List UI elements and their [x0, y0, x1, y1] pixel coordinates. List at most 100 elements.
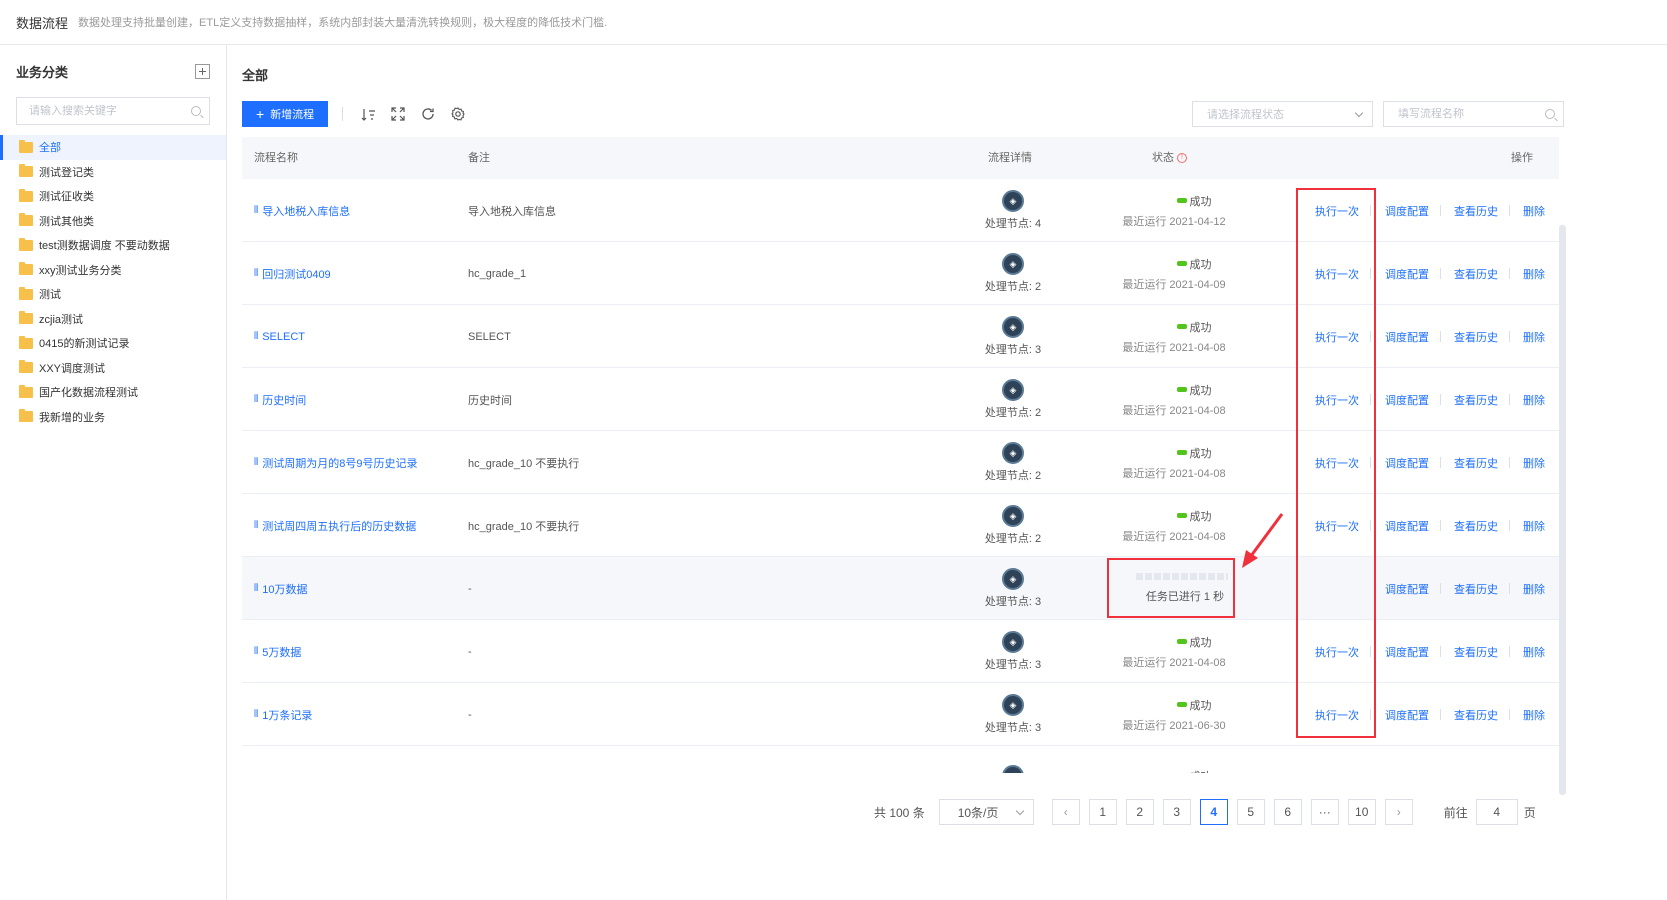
add-flow-button[interactable]: + 新增流程	[242, 101, 329, 127]
run-once-button[interactable]: 执行一次	[1315, 707, 1359, 723]
run-once-button[interactable]: 执行一次	[1315, 266, 1359, 282]
run-once-button[interactable]: 执行一次	[1315, 392, 1359, 408]
search-icon[interactable]	[191, 106, 201, 116]
fullscreen-icon[interactable]	[390, 106, 406, 122]
delete-button[interactable]: 删除	[1523, 266, 1545, 282]
sort-icon[interactable]	[360, 106, 376, 122]
page-button[interactable]: 2	[1125, 799, 1154, 825]
run-once-button[interactable]: 执行一次	[1315, 329, 1359, 345]
schedule-config-button[interactable]: 调度配置	[1385, 707, 1429, 723]
sidebar-item[interactable]: XXY调度测试	[0, 356, 226, 381]
flow-name-link[interactable]: ⫴ 导入地税入库信息	[254, 179, 350, 242]
sidebar-search-input[interactable]	[29, 105, 191, 117]
flow-name-link[interactable]: ⫴ 5万数据	[254, 620, 301, 683]
delete-button[interactable]: 删除	[1523, 392, 1545, 408]
view-history-button[interactable]: 查看历史	[1454, 329, 1498, 345]
view-history-button[interactable]: 查看历史	[1454, 707, 1498, 723]
view-history-button[interactable]: 查看历史	[1454, 518, 1498, 534]
add-category-icon[interactable]	[195, 63, 210, 79]
flow-detail[interactable]: ◈	[970, 746, 1056, 773]
sidebar-item[interactable]: 国产化数据流程测试	[0, 380, 226, 405]
sidebar-item[interactable]: 我新增的业务	[0, 405, 226, 430]
node-count: 处理节点: 4	[984, 218, 1042, 230]
schedule-config-button[interactable]: 调度配置	[1385, 455, 1429, 471]
run-once-button[interactable]: 执行一次	[1315, 203, 1359, 219]
view-history-button[interactable]: 查看历史	[1454, 266, 1498, 282]
sidebar-item[interactable]: 测试登记类	[0, 160, 226, 185]
flow-detail[interactable]: ◈ 处理节点: 4	[970, 179, 1056, 242]
view-history-button[interactable]: 查看历史	[1454, 581, 1498, 597]
op-divider	[1440, 394, 1441, 405]
sidebar-item[interactable]: 测试	[0, 282, 226, 307]
page-button[interactable]: 6	[1273, 799, 1302, 825]
goto-page-input[interactable]	[1475, 799, 1518, 825]
schedule-config-button[interactable]: 调度配置	[1385, 266, 1429, 282]
flow-detail[interactable]: ◈ 处理节点: 3	[970, 557, 1056, 620]
view-history-button[interactable]: 查看历史	[1454, 644, 1498, 660]
flow-name-link[interactable]: ⫴ 1万条记录	[254, 683, 312, 746]
page-size-select[interactable]: 10条/页	[938, 799, 1034, 825]
sidebar-item[interactable]: 0415的新测试记录	[0, 331, 226, 356]
settings-icon[interactable]	[450, 106, 466, 122]
sidebar-item[interactable]: test测数据调度 不要动数据	[0, 233, 226, 258]
schedule-config-button[interactable]: 调度配置	[1385, 644, 1429, 660]
run-once-button[interactable]: 执行一次	[1315, 455, 1359, 471]
flow-name-link[interactable]: ⫴ 历史时间	[254, 368, 306, 431]
flow-name-link[interactable]: ⫴ SELECT	[254, 305, 305, 368]
page-button[interactable]: ···	[1310, 799, 1339, 825]
flow-name-link[interactable]: ⫴ 测试周期为月的8号9号历史记录	[254, 431, 417, 494]
delete-button[interactable]: 删除	[1523, 581, 1545, 597]
flow-note: 导入地税入库信息	[468, 205, 556, 218]
run-once-button[interactable]: 执行一次	[1315, 644, 1359, 660]
delete-button[interactable]: 删除	[1523, 518, 1545, 534]
col-header-detail: 流程详情	[988, 152, 1032, 164]
info-icon[interactable]: !	[1177, 153, 1187, 163]
sidebar-item[interactable]: zcjia测试	[0, 307, 226, 332]
op-sep-wrap	[1509, 431, 1510, 494]
name-filter-input[interactable]	[1398, 108, 1545, 120]
delete-button[interactable]: 删除	[1523, 455, 1545, 471]
next-page-button[interactable]: ›	[1384, 799, 1413, 825]
page-button[interactable]: 3	[1162, 799, 1191, 825]
delete-button[interactable]: 删除	[1523, 329, 1545, 345]
sidebar-item[interactable]: xxy测试业务分类	[0, 258, 226, 283]
flow-name: 测试周期为月的8号9号历史记录	[262, 457, 418, 470]
page-button[interactable]: 10	[1347, 799, 1376, 825]
view-history-button[interactable]: 查看历史	[1454, 203, 1498, 219]
status-text: 成功	[1190, 768, 1212, 774]
flow-name-link[interactable]: ⫴ 10万数据	[254, 557, 307, 620]
delete-button[interactable]: 删除	[1523, 203, 1545, 219]
view-history-button[interactable]: 查看历史	[1454, 455, 1498, 471]
status-filter-select[interactable]: 请选择流程状态	[1192, 101, 1373, 127]
schedule-config-button[interactable]: 调度配置	[1385, 518, 1429, 534]
page-button[interactable]: 5	[1236, 799, 1265, 825]
prev-page-button[interactable]: ‹	[1051, 799, 1080, 825]
run-once-button[interactable]: 执行一次	[1315, 518, 1359, 534]
flow-name-link[interactable]: ⫴ 测试周四周五执行后的历史数据	[254, 494, 416, 557]
schedule-config-button[interactable]: 调度配置	[1385, 329, 1429, 345]
op-divider	[1370, 205, 1371, 216]
page-button[interactable]: 1	[1088, 799, 1117, 825]
delete-button[interactable]: 删除	[1523, 707, 1545, 723]
refresh-icon[interactable]	[420, 106, 436, 122]
flow-name-link[interactable]: ⫴ 回归测试0409	[254, 242, 331, 305]
table-scrollbar[interactable]	[1559, 225, 1566, 795]
page-button[interactable]: 4	[1199, 799, 1228, 825]
delete-button[interactable]: 删除	[1523, 644, 1545, 660]
flow-detail[interactable]: ◈ 处理节点: 2	[970, 368, 1056, 431]
sidebar-item-label: 0415的新测试记录	[39, 338, 130, 351]
flow-detail[interactable]: ◈ 处理节点: 3	[970, 305, 1056, 368]
flow-detail[interactable]: ◈ 处理节点: 3	[970, 683, 1056, 746]
flow-detail[interactable]: ◈ 处理节点: 2	[970, 494, 1056, 557]
sidebar-item[interactable]: 测试其他类	[0, 209, 226, 234]
schedule-config-button[interactable]: 调度配置	[1385, 392, 1429, 408]
sidebar-item[interactable]: 测试征收类	[0, 184, 226, 209]
flow-detail[interactable]: ◈ 处理节点: 3	[970, 620, 1056, 683]
flow-detail[interactable]: ◈ 处理节点: 2	[970, 431, 1056, 494]
search-icon[interactable]	[1545, 109, 1555, 119]
schedule-config-button[interactable]: 调度配置	[1385, 203, 1429, 219]
view-history-button[interactable]: 查看历史	[1454, 392, 1498, 408]
flow-detail[interactable]: ◈ 处理节点: 2	[970, 242, 1056, 305]
schedule-config-button[interactable]: 调度配置	[1385, 581, 1429, 597]
sidebar-item[interactable]: 全部	[0, 135, 226, 160]
